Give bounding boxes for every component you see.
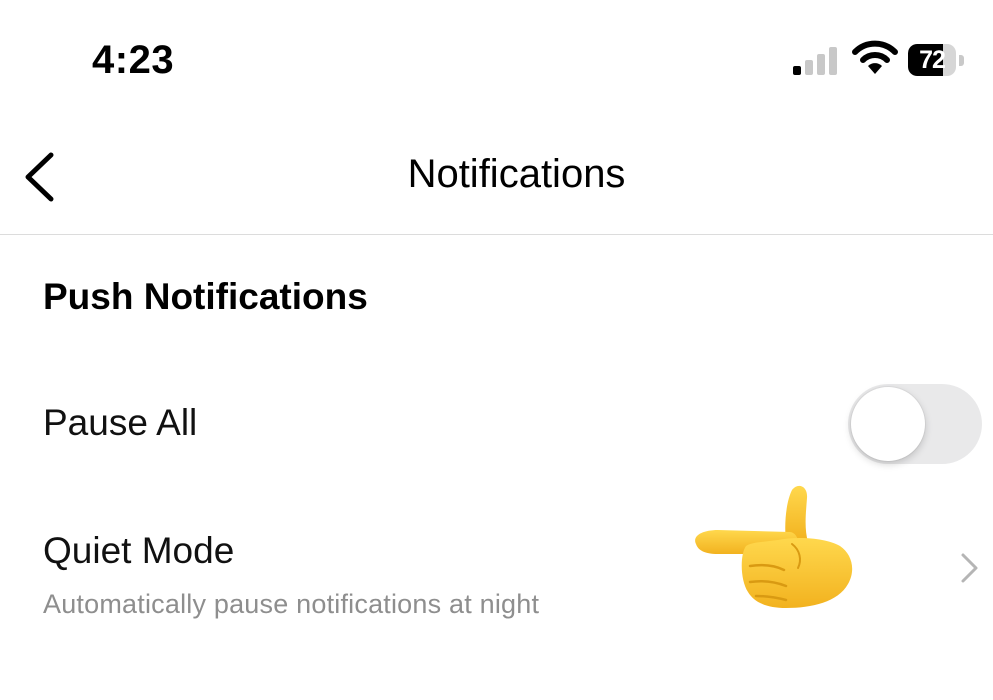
status-time: 4:23 — [92, 38, 175, 82]
cellular-signal-icon — [793, 47, 837, 75]
wifi-icon — [852, 40, 898, 74]
chevron-right-icon[interactable] — [960, 552, 980, 584]
quiet-mode-label[interactable]: Quiet Mode — [43, 530, 234, 572]
battery-level: 72 — [919, 46, 946, 74]
pause-all-label: Pause All — [43, 402, 198, 443]
section-title: Push Notifications — [43, 276, 368, 317]
page-title: Notifications — [407, 152, 626, 196]
battery-icon: 72 — [908, 44, 966, 76]
header-divider — [0, 234, 993, 235]
toggle-knob — [851, 387, 925, 461]
pause-all-toggle[interactable] — [848, 384, 982, 464]
pointing-hand-emoji-icon — [695, 485, 853, 608]
quiet-mode-subtitle: Automatically pause notifications at nig… — [43, 589, 540, 619]
battery-cap — [959, 55, 964, 66]
battery-body: 72 — [908, 44, 956, 76]
